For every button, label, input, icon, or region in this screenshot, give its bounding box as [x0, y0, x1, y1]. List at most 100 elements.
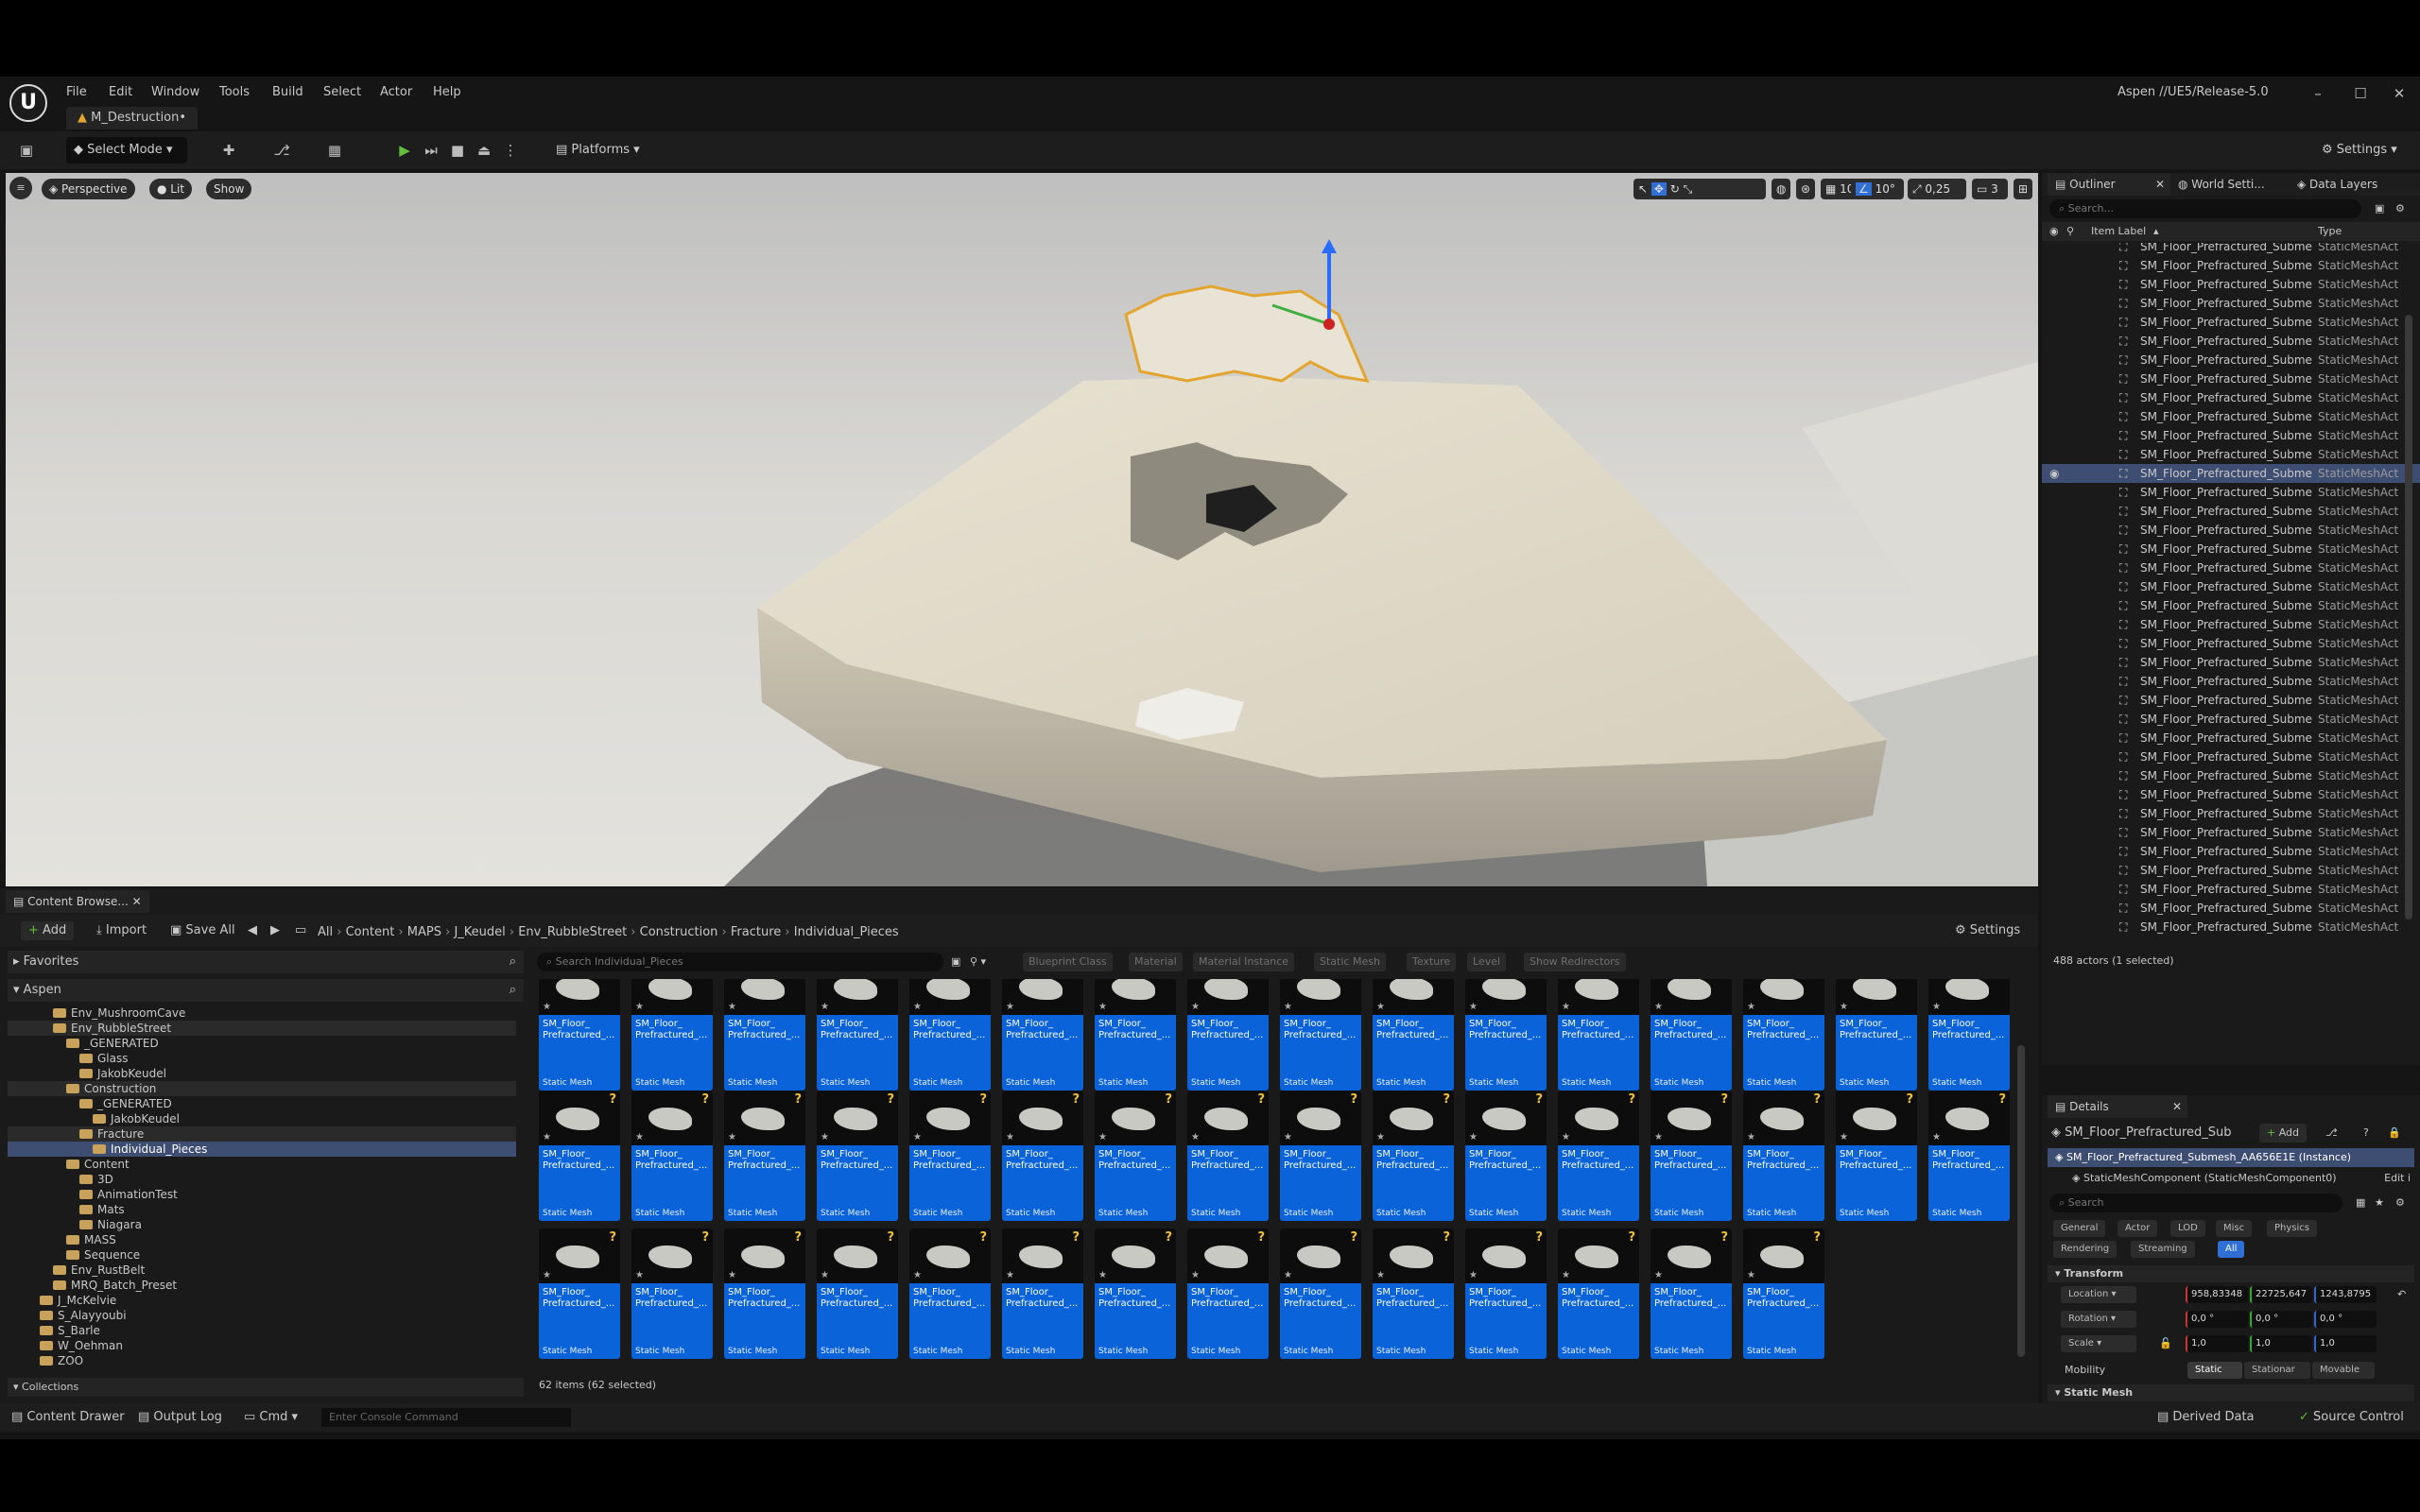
level-viewport[interactable]: ≡ ◈ Perspective ● Lit Show ↖ ✥ ↻ ⤡ ◍ ⊛ ▦… [6, 173, 2038, 886]
asset-tile[interactable]: ? ★ SM_Floor_ Prefractured_... Static Mesh [1280, 1091, 1361, 1221]
asset-tile[interactable]: ? ★ SM_Floor_ Prefractured_... Static Mesh [1095, 1228, 1176, 1359]
derived-data-button[interactable]: ▤ Derived Data [2157, 1409, 2255, 1426]
menu-window[interactable]: Window [151, 82, 199, 103]
minimize-icon[interactable]: – [2299, 80, 2337, 107]
scale-z-field[interactable]: 1,0 [2314, 1335, 2377, 1352]
favorite-star-icon[interactable]: ★ [1376, 1002, 1385, 1012]
favorite-star-icon[interactable]: ★ [1376, 1270, 1385, 1280]
favorite-star-icon[interactable]: ★ [728, 1132, 736, 1143]
more-options-icon[interactable]: ⋮ [497, 137, 524, 163]
asset-tile[interactable]: ★ SM_Floor_ Prefractured_... Static Mesh [1928, 979, 2010, 1091]
cmd-dropdown[interactable]: ▭ Cmd ▾ [244, 1409, 298, 1426]
favorite-star-icon[interactable]: ★ [821, 1002, 829, 1012]
blueprint-add-icon[interactable]: ⎇ [2325, 1124, 2338, 1143]
favorite-star-icon[interactable]: ★ [1191, 1132, 1200, 1143]
favorite-star-icon[interactable]: ★ [543, 1132, 551, 1143]
outliner-row[interactable]: ⛶ SM_Floor_Prefractured_Subme StaticMeshAc… [2042, 615, 2420, 634]
surface-snap-icon[interactable]: ⊛ [1796, 179, 1816, 199]
asset-tile[interactable]: ★ SM_Floor_ Prefractured_... Static Mesh [1187, 979, 1269, 1091]
move-tool-icon[interactable]: ✥ [1651, 182, 1667, 196]
outliner-row[interactable]: ⛶ SM_Floor_Prefractured_Subme StaticMeshAc… [2042, 823, 2420, 842]
menu-actor[interactable]: Actor [380, 82, 412, 103]
outliner-row[interactable]: ⛶ SM_Floor_Prefractured_Subme StaticMeshAc… [2042, 540, 2420, 558]
pin-col-icon[interactable]: ⚲ [2066, 222, 2074, 241]
tree-item[interactable]: Construction [8, 1081, 516, 1096]
favorite-star-icon[interactable]: ★ [2375, 1194, 2384, 1212]
visibility-eye-icon[interactable]: ◉ [2049, 464, 2059, 483]
tree-item-selected[interactable]: Individual_Pieces [8, 1142, 516, 1157]
menu-select[interactable]: Select [323, 82, 361, 103]
tree-item[interactable]: Niagara [8, 1217, 142, 1232]
outliner-row[interactable]: ⛶ SM_Floor_Prefractured_Subme StaticMeshAc… [2042, 747, 2420, 766]
asset-tile[interactable]: ? ★ SM_Floor_ Prefractured_... Static Mesh [1743, 1091, 1824, 1221]
tree-item[interactable]: AnimationTest [8, 1187, 178, 1202]
source-control-button[interactable]: ✓ Source Control [2299, 1409, 2404, 1426]
favorite-star-icon[interactable]: ★ [1840, 1002, 1848, 1012]
asset-tile[interactable]: ? ★ SM_Floor_ Prefractured_... Static Mesh [909, 1228, 991, 1359]
cat-all[interactable]: All [2218, 1241, 2245, 1258]
outliner-close-icon[interactable]: ✕ [2155, 173, 2165, 196]
favorite-star-icon[interactable]: ★ [1747, 1132, 1755, 1143]
lock-icon[interactable]: 🔒 [2388, 1124, 2401, 1143]
reset-location-icon[interactable]: ↶ [2397, 1286, 2406, 1303]
asset-tile[interactable]: ? ★ SM_Floor_ Prefractured_... Static Mesh [724, 1091, 805, 1221]
tree-item[interactable]: _GENERATED [8, 1096, 172, 1111]
cat-streaming[interactable]: Streaming [2131, 1241, 2195, 1258]
asset-tile[interactable]: ★ SM_Floor_ Prefractured_... Static Mesh [1280, 979, 1361, 1091]
outliner-row[interactable]: ⛶ SM_Floor_Prefractured_Subme StaticMeshAc… [2042, 369, 2420, 388]
outliner-settings-icon[interactable]: ⚙ [2395, 199, 2405, 218]
asset-tile[interactable]: ? ★ SM_Floor_ Prefractured_... Static Mesh [1465, 1091, 1547, 1221]
asset-tile[interactable]: ? ★ SM_Floor_ Prefractured_... Static Mesh [1928, 1091, 2010, 1221]
favorite-star-icon[interactable]: ★ [1284, 1270, 1292, 1280]
favorite-star-icon[interactable]: ★ [1191, 1002, 1200, 1012]
filter-level[interactable]: Level [1467, 953, 1507, 971]
tree-item[interactable]: J_McKelvie [8, 1293, 116, 1308]
maximize-icon[interactable]: ☐ [2342, 80, 2379, 107]
tree-item[interactable]: JakobKeudel [8, 1111, 180, 1126]
transform-section-header[interactable]: ▾ Transform [2048, 1265, 2414, 1282]
scale-dropdown[interactable]: Scale ▾ [2061, 1335, 2136, 1352]
filter-material-instance[interactable]: Material Instance [1193, 953, 1294, 971]
location-z-field[interactable]: 1243,8795 [2314, 1286, 2377, 1303]
cat-physics[interactable]: Physics [2267, 1220, 2317, 1237]
asset-tile[interactable]: ? ★ SM_Floor_ Prefractured_... Static Mesh [631, 1228, 713, 1359]
asset-tile[interactable]: ? ★ SM_Floor_ Prefractured_... Static Mesh [1465, 1228, 1547, 1359]
asset-tile[interactable]: ★ SM_Floor_ Prefractured_... Static Mesh [1743, 979, 1824, 1091]
scale-y-field[interactable]: 1,0 [2250, 1335, 2312, 1352]
cat-misc[interactable]: Misc [2216, 1220, 2253, 1237]
cat-lod[interactable]: LOD [2170, 1220, 2205, 1237]
filter-blueprint-class[interactable]: Blueprint Class [1023, 953, 1113, 971]
asset-tile[interactable]: ★ SM_Floor_ Prefractured_... Static Mesh [817, 979, 898, 1091]
outliner-row[interactable]: ⛶ SM_Floor_Prefractured_Subme StaticMeshAc… [2042, 445, 2420, 464]
rotation-y-field[interactable]: 0,0 ° [2250, 1311, 2312, 1328]
crumb-content[interactable]: Content [346, 925, 395, 939]
tree-item[interactable]: ZOO [8, 1353, 83, 1368]
advance-frame-icon[interactable]: ⏭ [418, 137, 444, 163]
blueprint-icon[interactable]: ⎇ [268, 137, 295, 163]
asset-tile[interactable]: ★ SM_Floor_ Prefractured_... Static Mesh [1465, 979, 1547, 1091]
item-label-header[interactable]: Item Label [2091, 222, 2146, 241]
asset-tile[interactable]: ★ SM_Floor_ Prefractured_... Static Mesh [1002, 979, 1083, 1091]
tree-item[interactable]: Fracture [8, 1126, 516, 1142]
outliner-row[interactable]: ⛶ SM_Floor_Prefractured_Subme StaticMeshAc… [2042, 243, 2420, 256]
outliner-scrollbar[interactable] [2405, 315, 2412, 919]
select-mode-dropdown[interactable]: ◆ Select Mode ▾ [66, 137, 187, 163]
location-y-field[interactable]: 22725,647 [2250, 1286, 2312, 1303]
tree-item[interactable]: W_Oehman [8, 1338, 123, 1353]
crumb-env-rubblestreet[interactable]: Env_RubbleStreet [518, 925, 627, 939]
favorite-star-icon[interactable]: ★ [1469, 1270, 1478, 1280]
asset-tile[interactable]: ★ SM_Floor_ Prefractured_... Static Mesh [1095, 979, 1176, 1091]
type-header[interactable]: Type [2318, 222, 2342, 241]
asset-tile[interactable]: ★ SM_Floor_ Prefractured_... Static Mesh [539, 979, 620, 1091]
favorite-star-icon[interactable]: ★ [728, 1002, 736, 1012]
help-icon[interactable]: ? [2363, 1124, 2369, 1143]
import-button[interactable]: ⤓ Import [96, 921, 147, 940]
outliner-row-selected[interactable]: ◉ ⛶ SM_Floor_Prefractured_Subme StaticMeshA… [2042, 464, 2420, 483]
asset-tile[interactable]: ? ★ SM_Floor_ Prefractured_... Static Mesh [1187, 1228, 1269, 1359]
location-x-field[interactable]: 958,83348 [2186, 1286, 2248, 1303]
platforms-dropdown[interactable]: ▤ Platforms ▾ [548, 137, 648, 163]
asset-tile[interactable]: ★ SM_Floor_ Prefractured_... Static Mesh [1373, 979, 1454, 1091]
asset-tile[interactable]: ? ★ SM_Floor_ Prefractured_... Static Mesh [909, 1091, 991, 1221]
details-tab[interactable]: ▤ Details ✕ [2048, 1095, 2187, 1118]
outliner-row[interactable]: ⛶ SM_Floor_Prefractured_Subme StaticMeshAc… [2042, 766, 2420, 785]
